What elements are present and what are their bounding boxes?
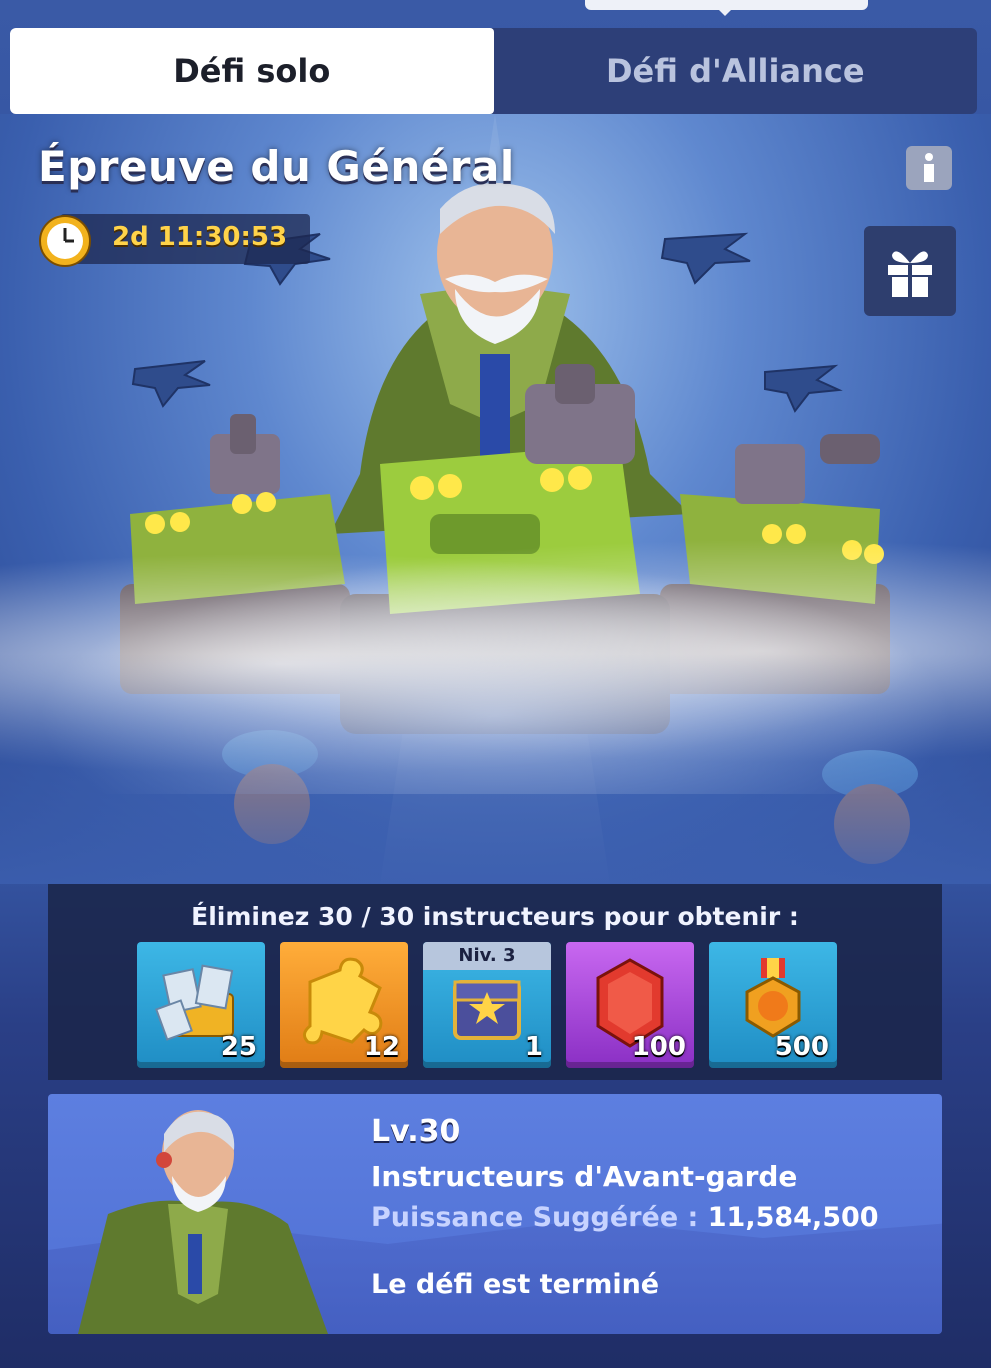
- suggested-power: Puissance Suggérée : 11,584,500: [371, 1202, 879, 1233]
- reward-qty: 12: [363, 1032, 400, 1062]
- timer-countdown: 2d 11:30:53: [112, 222, 288, 252]
- gift-button[interactable]: [864, 226, 956, 316]
- tab-bar: Défi solo Défi d'Alliance: [10, 28, 977, 114]
- boss-level: Lv.30: [371, 1114, 461, 1149]
- gift-icon: [888, 251, 932, 297]
- reward-qty: 500: [774, 1032, 829, 1062]
- info-icon: [924, 153, 934, 182]
- objective-text: Éliminez 30 / 30 instructeurs pour obten…: [191, 902, 799, 931]
- power-label: Puissance Suggérée :: [371, 1202, 699, 1233]
- reward-qty: 25: [220, 1032, 257, 1062]
- power-value: 11,584,500: [707, 1202, 879, 1233]
- reward-puzzle-piece[interactable]: 12: [280, 942, 408, 1068]
- cloud-fade: [0, 654, 991, 884]
- event-timer: 2d 11:30:53: [38, 214, 310, 268]
- boss-card[interactable]: Lv.30 Instructeurs d'Avant-garde Puissan…: [48, 1094, 942, 1334]
- event-title: Épreuve du Général: [38, 142, 515, 191]
- tab-solo-challenge[interactable]: Défi solo: [10, 28, 494, 114]
- reward-qty: 100: [631, 1032, 686, 1062]
- reward-exp-crate[interactable]: 25: [137, 942, 265, 1068]
- reward-list: 25 12 Niv. 3 1 100 500: [137, 942, 837, 1068]
- reward-qty: 1: [524, 1032, 543, 1062]
- reward-medal[interactable]: 500: [709, 942, 837, 1068]
- general-portrait: [78, 1110, 328, 1334]
- tab-alliance-challenge[interactable]: Défi d'Alliance: [494, 28, 978, 114]
- reward-red-gem[interactable]: 100: [566, 942, 694, 1068]
- objective-panel: Éliminez 30 / 30 instructeurs pour obten…: [48, 884, 942, 1080]
- info-button[interactable]: [906, 146, 952, 190]
- top-drag-handle[interactable]: [585, 0, 868, 16]
- challenge-status: Le défi est terminé: [371, 1269, 660, 1300]
- clock-icon: [39, 215, 91, 267]
- boss-name: Instructeurs d'Avant-garde: [371, 1160, 798, 1193]
- reward-chest[interactable]: Niv. 3 1: [423, 942, 551, 1068]
